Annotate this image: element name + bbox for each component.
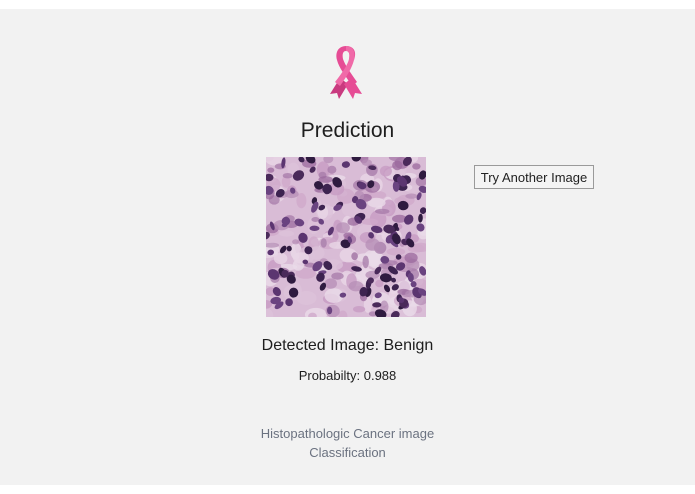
footer-line-2: Classification — [309, 445, 386, 460]
histopathology-image — [266, 157, 426, 317]
probability-text: Probabilty: 0.988 — [298, 368, 397, 383]
page-title: Prediction — [300, 119, 395, 142]
footer: Histopathologic Cancer image Classificat… — [0, 424, 695, 462]
detected-result: Detected Image: Benign — [261, 337, 434, 354]
footer-line-1: Histopathologic Cancer image — [260, 426, 435, 441]
pink-ribbon-icon — [330, 46, 362, 99]
try-another-image-button[interactable]: Try Another Image — [474, 165, 594, 189]
